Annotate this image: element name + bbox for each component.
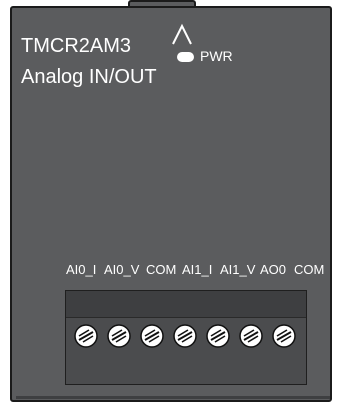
terminal-label-ao0: AO0 <box>260 262 287 277</box>
io-module: TMCR2AM3 Analog IN/OUT PWR AI0_I AI0_V C… <box>10 6 332 402</box>
module-base <box>16 396 330 399</box>
terminal-label-com-2: COM <box>294 262 325 277</box>
terminal-label-ai0-v: AI0_V <box>104 262 140 277</box>
screw-icon[interactable] <box>206 324 230 348</box>
model-number: TMCR2AM3 <box>21 35 132 57</box>
terminal-labels: AI0_I AI0_V COM AI1_I AI1_V AO0 COM <box>66 262 324 284</box>
terminal-label-ai0-i: AI0_I <box>66 262 97 277</box>
terminal-label-com-1: COM <box>146 262 177 277</box>
terminal-block <box>65 290 307 385</box>
chevron-up-icon <box>172 23 192 45</box>
screw-icon[interactable] <box>140 324 164 348</box>
power-label: PWR <box>200 48 233 64</box>
screw-icon[interactable] <box>107 324 131 348</box>
screw-icon[interactable] <box>239 324 263 348</box>
screw-icon[interactable] <box>272 324 296 348</box>
screw-icon[interactable] <box>74 324 98 348</box>
terminal-label-ai1-i: AI1_I <box>182 262 213 277</box>
module-description: Analog IN/OUT <box>21 66 157 88</box>
terminal-block-top <box>66 291 306 318</box>
terminal-label-ai1-v: AI1_V <box>220 262 256 277</box>
screw-icon[interactable] <box>173 324 197 348</box>
power-led <box>177 52 194 62</box>
